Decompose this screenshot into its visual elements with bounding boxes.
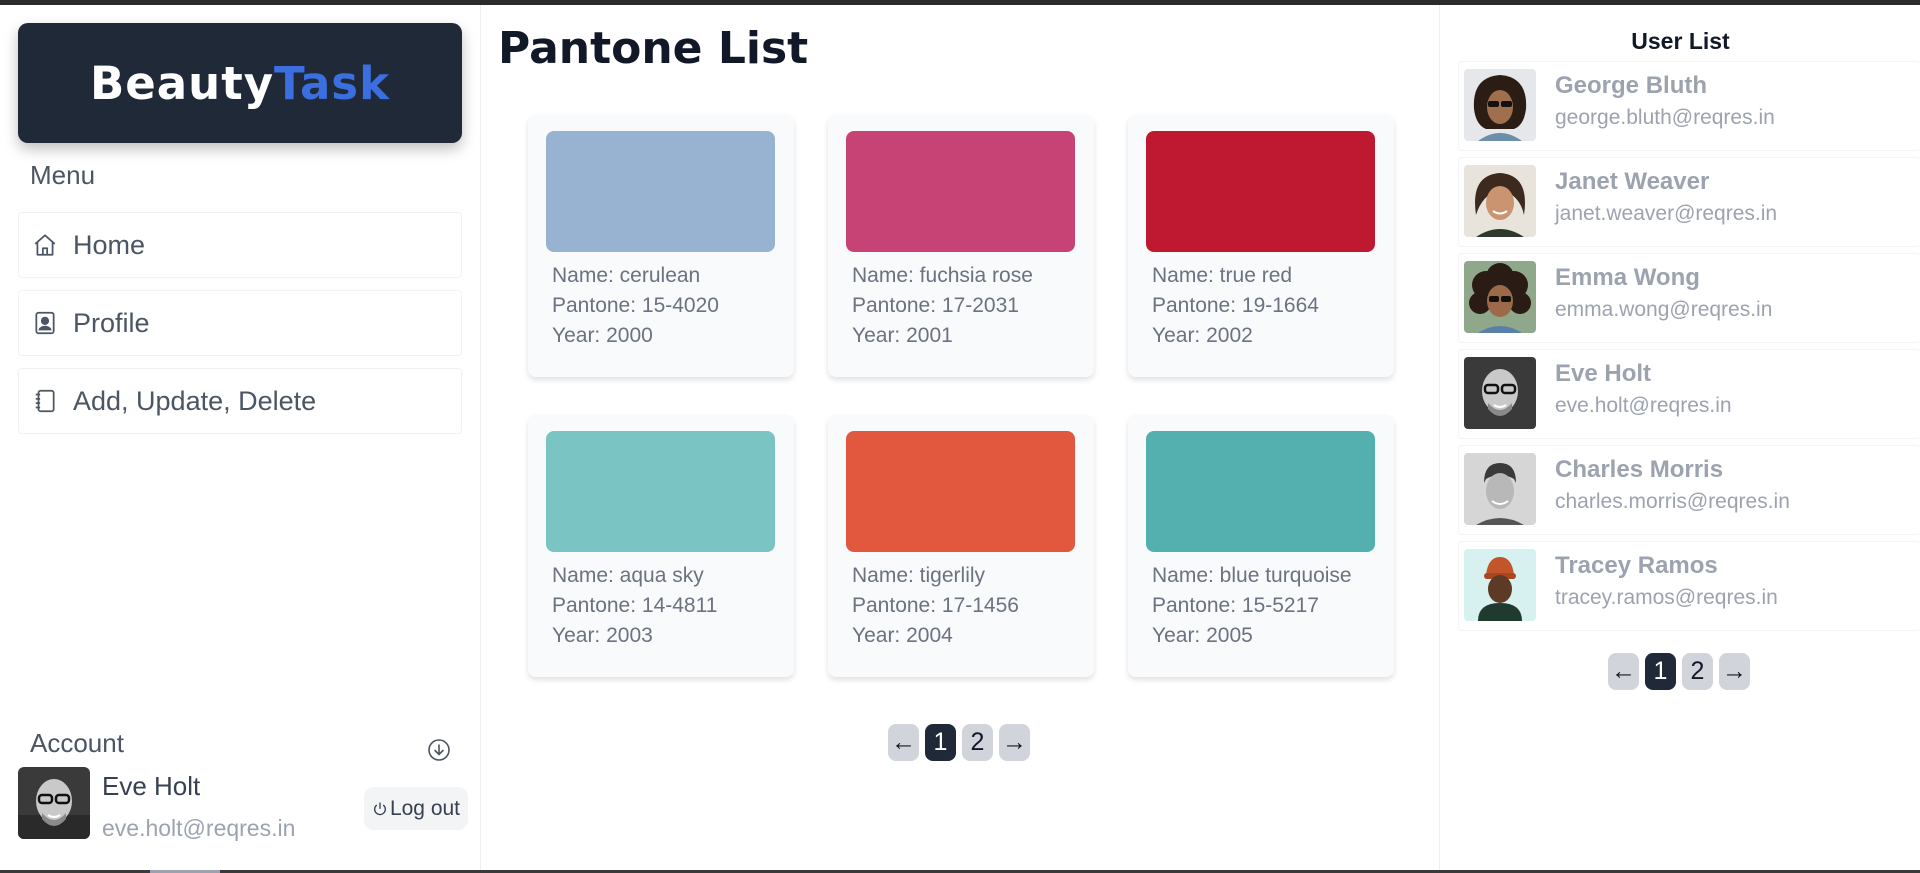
page-2-button[interactable]: 2 bbox=[962, 724, 993, 761]
account-avatar bbox=[18, 767, 90, 839]
next-page-button[interactable]: → bbox=[1719, 653, 1750, 690]
brand-name-part2: Task bbox=[274, 56, 391, 110]
user-email: emma.wong@reqres.in bbox=[1555, 298, 1773, 321]
color-pantone: Pantone: 14-4811 bbox=[552, 594, 718, 617]
prev-page-button[interactable]: ← bbox=[1608, 653, 1639, 690]
color-name: Name: tigerlily bbox=[852, 564, 986, 587]
user-avatar bbox=[1464, 69, 1536, 141]
color-name: Name: true red bbox=[1152, 264, 1293, 287]
arrow-down-circle-icon[interactable] bbox=[427, 738, 451, 762]
page-title: Pantone List bbox=[498, 23, 809, 74]
pantone-pagination: ← 1 2 → bbox=[888, 724, 1030, 761]
user-avatar bbox=[1464, 165, 1536, 237]
sidebar-item-label: Add, Update, Delete bbox=[73, 385, 317, 416]
color-pantone: Pantone: 19-1664 bbox=[1152, 294, 1319, 317]
logout-label: Log out bbox=[389, 796, 461, 820]
color-swatch bbox=[1146, 131, 1375, 252]
user-name: Eve Holt bbox=[1555, 360, 1652, 387]
user-avatar bbox=[1464, 357, 1536, 429]
home-icon bbox=[31, 231, 59, 259]
user-email: tracey.ramos@reqres.in bbox=[1555, 586, 1778, 609]
power-icon bbox=[372, 801, 388, 817]
color-pantone: Pantone: 17-1456 bbox=[852, 594, 1019, 617]
account-title: Account bbox=[30, 728, 124, 758]
brand-name-part1: Beauty bbox=[89, 56, 275, 110]
account-name: Eve Holt bbox=[102, 771, 201, 801]
page-1-button[interactable]: 1 bbox=[1645, 653, 1676, 690]
color-year: Year: 2003 bbox=[552, 624, 653, 647]
sidebar-item-profile[interactable]: Profile bbox=[18, 290, 462, 356]
color-swatch bbox=[846, 431, 1075, 552]
main-content: Pantone List Name: cerulean Pantone: 15-… bbox=[482, 5, 1438, 870]
user-name: Janet Weaver bbox=[1555, 168, 1710, 195]
color-pantone: Pantone: 17-2031 bbox=[852, 294, 1019, 317]
color-swatch bbox=[846, 131, 1075, 252]
color-pantone: Pantone: 15-4020 bbox=[552, 294, 719, 317]
user-list-panel: User List George Bluth george.bluth@reqr… bbox=[1439, 5, 1920, 870]
sidebar: BeautyTask Menu Home Profile Add, Update… bbox=[0, 5, 481, 870]
user-list-item[interactable]: Tracey Ramos tracey.ramos@reqres.in bbox=[1458, 541, 1920, 631]
user-list-item[interactable]: Eve Holt eve.holt@reqres.in bbox=[1458, 349, 1920, 439]
page-2-button[interactable]: 2 bbox=[1682, 653, 1713, 690]
user-name: Emma Wong bbox=[1555, 264, 1700, 291]
user-name: Charles Morris bbox=[1555, 456, 1724, 483]
color-swatch bbox=[546, 131, 775, 252]
next-page-button[interactable]: → bbox=[999, 724, 1030, 761]
sidebar-item-home[interactable]: Home bbox=[18, 212, 462, 278]
user-name: Tracey Ramos bbox=[1555, 552, 1718, 579]
color-year: Year: 2005 bbox=[1152, 624, 1253, 647]
profile-badge-icon bbox=[31, 309, 59, 337]
sidebar-item-label: Home bbox=[73, 229, 146, 260]
pantone-card[interactable]: Name: cerulean Pantone: 15-4020 Year: 20… bbox=[528, 115, 794, 377]
color-name: Name: fuchsia rose bbox=[852, 264, 1033, 287]
logout-button[interactable]: Log out bbox=[364, 787, 468, 830]
color-name: Name: blue turquoise bbox=[1152, 564, 1352, 587]
color-year: Year: 2001 bbox=[852, 324, 953, 347]
sidebar-item-add-update-delete[interactable]: Add, Update, Delete bbox=[18, 368, 462, 434]
prev-page-button[interactable]: ← bbox=[888, 724, 919, 761]
user-avatar bbox=[1464, 261, 1536, 333]
user-list-item[interactable]: George Bluth george.bluth@reqres.in bbox=[1458, 61, 1920, 151]
user-avatar bbox=[1464, 549, 1536, 621]
color-swatch bbox=[546, 431, 775, 552]
user-email: charles.morris@reqres.in bbox=[1555, 490, 1790, 513]
user-list-pagination: ← 1 2 → bbox=[1608, 653, 1750, 690]
user-email: eve.holt@reqres.in bbox=[1555, 394, 1732, 417]
brand-logo[interactable]: BeautyTask bbox=[18, 23, 462, 143]
color-year: Year: 2002 bbox=[1152, 324, 1253, 347]
color-year: Year: 2000 bbox=[552, 324, 653, 347]
user-email: george.bluth@reqres.in bbox=[1555, 106, 1775, 129]
user-avatar bbox=[1464, 453, 1536, 525]
notebook-icon bbox=[31, 387, 59, 415]
user-email: janet.weaver@reqres.in bbox=[1555, 202, 1778, 225]
user-list-item[interactable]: Janet Weaver janet.weaver@reqres.in bbox=[1458, 157, 1920, 247]
pantone-card[interactable]: Name: aqua sky Pantone: 14-4811 Year: 20… bbox=[528, 415, 794, 677]
page-1-button[interactable]: 1 bbox=[925, 724, 956, 761]
user-name: George Bluth bbox=[1555, 72, 1708, 99]
pantone-card[interactable]: Name: blue turquoise Pantone: 15-5217 Ye… bbox=[1128, 415, 1394, 677]
pantone-card[interactable]: Name: true red Pantone: 19-1664 Year: 20… bbox=[1128, 115, 1394, 377]
sidebar-item-label: Profile bbox=[73, 307, 150, 338]
user-list-item[interactable]: Charles Morris charles.morris@reqres.in bbox=[1458, 445, 1920, 535]
account-email: eve.holt@reqres.in bbox=[102, 815, 296, 841]
pantone-card[interactable]: Name: fuchsia rose Pantone: 17-2031 Year… bbox=[828, 115, 1094, 377]
color-year: Year: 2004 bbox=[852, 624, 953, 647]
color-pantone: Pantone: 15-5217 bbox=[1152, 594, 1319, 617]
pantone-card[interactable]: Name: tigerlily Pantone: 17-1456 Year: 2… bbox=[828, 415, 1094, 677]
color-swatch bbox=[1146, 431, 1375, 552]
user-list-item[interactable]: Emma Wong emma.wong@reqres.in bbox=[1458, 253, 1920, 343]
user-list-title: User List bbox=[1631, 28, 1730, 54]
color-name: Name: cerulean bbox=[552, 264, 701, 287]
color-name: Name: aqua sky bbox=[552, 564, 704, 587]
menu-title: Menu bbox=[30, 160, 96, 190]
